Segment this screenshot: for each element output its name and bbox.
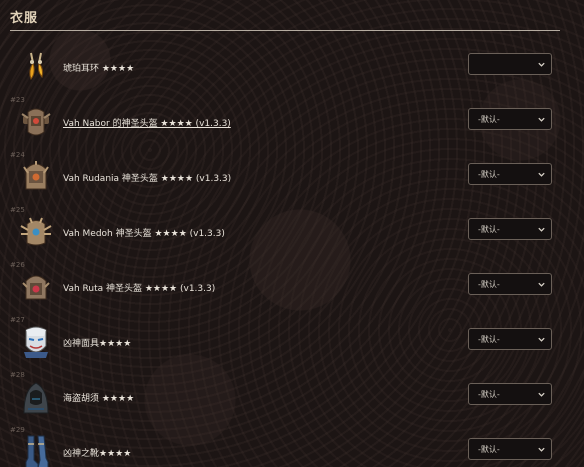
chevron-down-icon (538, 337, 545, 342)
list-item: #26 Vah Ruta 神圣头盔 ★★★★ (v1.3.3) -默认- (0, 261, 584, 316)
dye-select[interactable]: -默认- (468, 218, 552, 240)
list-item: #25 Vah Medoh 神圣头盔 ★★★★ (v1.3.3) -默认- (0, 206, 584, 261)
item-name: 海盗胡须 ★★★★ (63, 394, 135, 404)
list-item: #24 Vah Rudania 神圣头盔 ★★★★ (v1.3.3) -默认- (0, 151, 584, 206)
select-value: -默认- (478, 115, 500, 124)
item-name: 凶神之靴★★★★ (63, 449, 132, 459)
select-value: -默认- (478, 390, 500, 399)
item-name-link[interactable]: Vah Nabor 的神圣头盔 ★★★★ (v1.3.3) (63, 116, 231, 129)
row-index: #23 (10, 96, 25, 104)
item-name: Vah Rudania 神圣头盔 ★★★★ (v1.3.3) (63, 174, 232, 184)
row-index: #25 (10, 206, 25, 214)
chevron-down-icon (538, 117, 545, 122)
page: 衣服 琥珀耳环 ★★★★ #23 Vah Nabor 的神圣头盔 ★★★★ (v… (0, 0, 584, 467)
hooded-figure-icon (23, 382, 49, 414)
list-item: 琥珀耳环 ★★★★ (0, 41, 584, 96)
fierce-deity-boots-icon (25, 435, 49, 467)
chevron-down-icon (538, 172, 545, 177)
amber-earrings-icon (29, 52, 44, 80)
dye-select[interactable]: -默认- (468, 273, 552, 295)
dye-select[interactable]: -默认- (468, 383, 552, 405)
dye-select[interactable]: -默认- (468, 163, 552, 185)
fierce-deity-mask-icon (24, 326, 48, 358)
dye-select[interactable] (468, 53, 552, 75)
chevron-down-icon (538, 282, 545, 287)
select-value: -默认- (478, 170, 500, 179)
row-index: #28 (10, 371, 25, 379)
chevron-down-icon (538, 62, 545, 67)
dye-select[interactable]: -默认- (468, 438, 552, 460)
select-value: -默认- (478, 225, 500, 234)
dye-select[interactable]: -默认- (468, 108, 552, 130)
select-value: -默认- (478, 280, 500, 289)
item-name: Vah Ruta 神圣头盔 ★★★★ (v1.3.3) (63, 284, 216, 294)
divine-helm-medoh-icon (20, 217, 52, 246)
chevron-down-icon (538, 447, 545, 452)
header-divider (10, 30, 560, 31)
item-name: 琥珀耳环 ★★★★ (63, 64, 135, 74)
chevron-down-icon (538, 227, 545, 232)
select-value: -默认- (478, 445, 500, 454)
list-item: #28 海盗胡须 ★★★★ -默认- (0, 371, 584, 426)
chevron-down-icon (538, 392, 545, 397)
row-index: #24 (10, 151, 25, 159)
row-index: #29 (10, 426, 25, 434)
dye-select[interactable]: -默认- (468, 328, 552, 350)
section-title: 衣服 (10, 11, 39, 26)
divine-helm-naboris-icon (21, 108, 51, 136)
row-index: #26 (10, 261, 25, 269)
select-value: -默认- (478, 335, 500, 344)
list-item: #29 凶神之靴★★★★ -默认- (0, 426, 584, 467)
list-item: #27 凶神面具★★★★ -默认- (0, 316, 584, 371)
item-name: 凶神面具★★★★ (63, 339, 132, 349)
divine-helm-ruta-icon (22, 275, 50, 300)
item-name: Vah Medoh 神圣头盔 ★★★★ (v1.3.3) (63, 229, 225, 239)
divine-helm-rudania-icon (23, 161, 49, 190)
row-index: #27 (10, 316, 25, 324)
list-item: #23 Vah Nabor 的神圣头盔 ★★★★ (v1.3.3) -默认- (0, 96, 584, 151)
